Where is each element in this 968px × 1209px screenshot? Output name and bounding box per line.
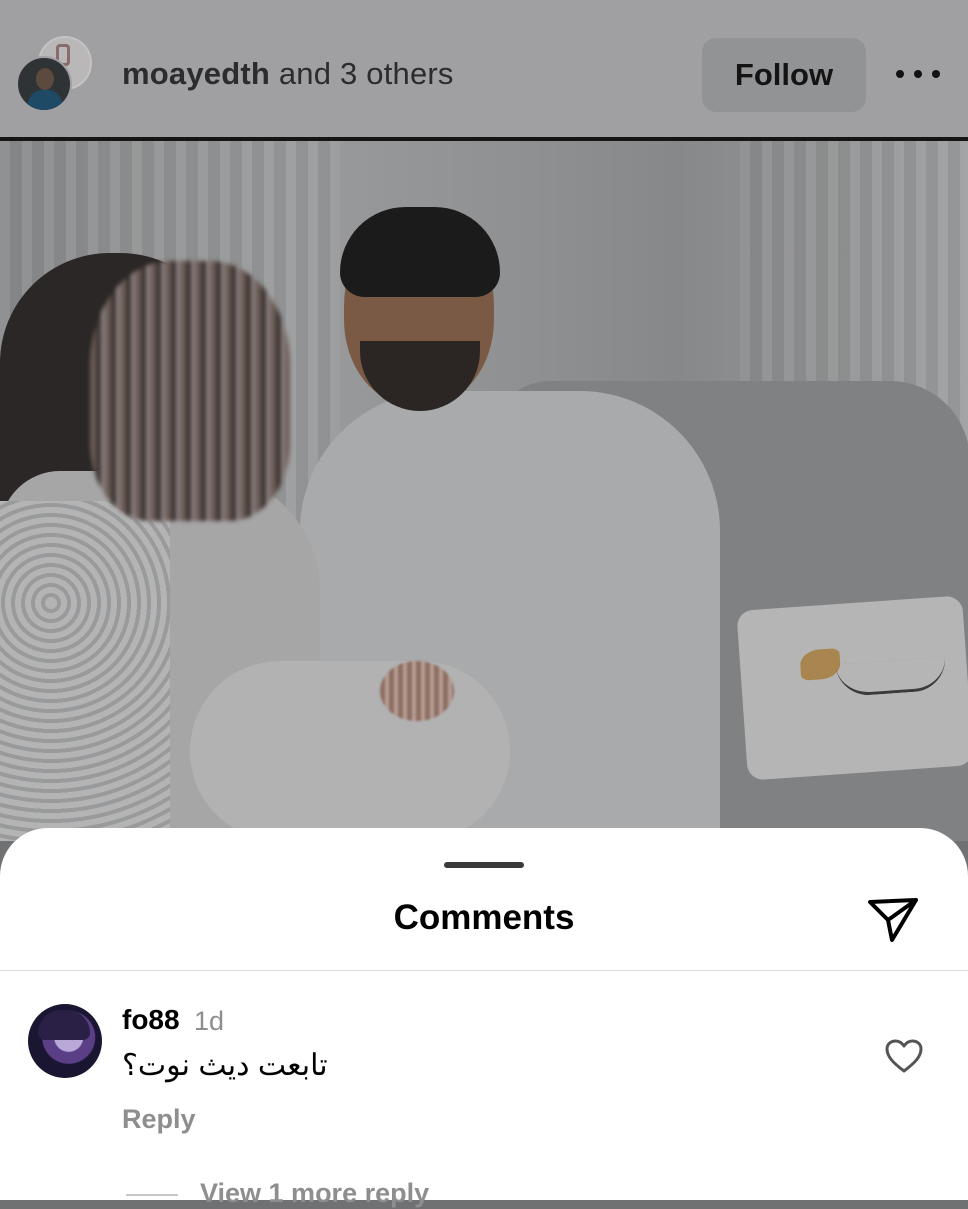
follow-button[interactable]: Follow (702, 38, 866, 112)
pillow (736, 595, 968, 781)
comment-username[interactable]: fo88 (122, 1004, 180, 1036)
baby-figure (190, 661, 510, 841)
collab-avatars[interactable] (16, 36, 96, 116)
sheet-title: Comments (393, 898, 575, 937)
view-more-replies-link[interactable]: View 1 more reply (200, 1178, 429, 1209)
post-photo[interactable] (0, 141, 968, 841)
replies-divider-line (126, 1194, 178, 1196)
reply-button[interactable]: Reply (122, 1104, 196, 1135)
owner-suffix: and 3 others (278, 56, 454, 91)
heart-icon[interactable] (884, 1038, 924, 1074)
post-owner-label[interactable]: moayedth and 3 others (122, 56, 454, 92)
send-icon[interactable] (866, 894, 920, 944)
blurred-face (90, 261, 290, 521)
owner-username[interactable]: moayedth (122, 56, 270, 91)
comment-timestamp: 1d (194, 1006, 225, 1036)
more-options-icon[interactable] (896, 62, 940, 86)
commenter-avatar[interactable] (28, 1004, 102, 1078)
owner-avatar (16, 56, 72, 112)
comments-sheet: Comments fo88 1d تابعت ديث نوت؟ Reply Vi… (0, 828, 968, 1208)
post-header: moayedth and 3 others Follow (0, 0, 968, 138)
comment-text: تابعت ديث نوت؟ (122, 1049, 328, 1082)
sheet-drag-handle[interactable] (444, 862, 524, 868)
sheet-divider (0, 970, 968, 971)
